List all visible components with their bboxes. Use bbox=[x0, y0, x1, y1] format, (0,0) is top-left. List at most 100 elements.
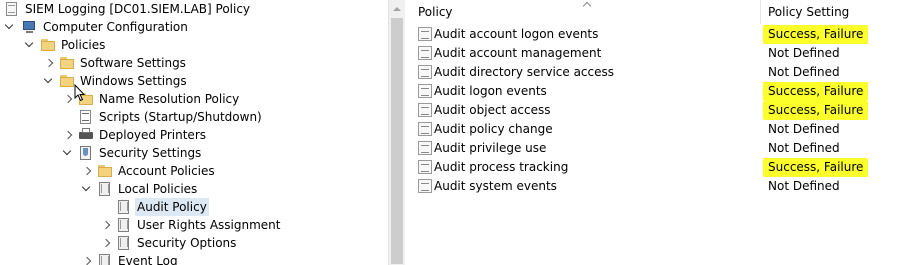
policy-name: Audit policy change bbox=[434, 122, 553, 136]
policy-list-pane: Policy Policy Setting Audit account logo… bbox=[405, 0, 909, 265]
scroll-up-arrow-icon[interactable] bbox=[389, 0, 405, 17]
policy-name: Audit system events bbox=[434, 179, 557, 193]
policy-book-icon bbox=[116, 217, 132, 233]
policy-book-icon bbox=[116, 235, 132, 251]
policy-setting-value: Not Defined bbox=[768, 46, 840, 60]
tree-node-label: Local Policies bbox=[118, 182, 198, 196]
policy-name: Audit privilege use bbox=[434, 141, 547, 155]
policy-scroll-icon bbox=[4, 1, 20, 17]
tree-node-audit-policy[interactable]: Audit Policy bbox=[0, 198, 380, 216]
tree-node-policies[interactable]: Policies bbox=[0, 36, 380, 54]
chevron-right-icon[interactable] bbox=[44, 54, 54, 72]
tree-node-security-options[interactable]: Security Options bbox=[0, 234, 380, 252]
chevron-right-icon[interactable] bbox=[82, 252, 92, 265]
column-header-policy[interactable]: Policy bbox=[418, 0, 453, 25]
security-settings-icon bbox=[78, 145, 94, 161]
policy-row[interactable]: Audit process tracking Success, Failure bbox=[405, 158, 909, 177]
policy-name: Audit logon events bbox=[434, 84, 547, 98]
audit-policy-icon bbox=[418, 141, 432, 155]
tree-node-name-resolution-policy[interactable]: Name Resolution Policy bbox=[0, 90, 380, 108]
tree-node-account-policies[interactable]: Account Policies bbox=[0, 162, 380, 180]
tree-node-root[interactable]: SIEM Logging [DC01.SIEM.LAB] Policy bbox=[0, 0, 380, 18]
policy-setting-value: Success, Failure bbox=[763, 158, 869, 177]
column-header-policy-setting[interactable]: Policy Setting bbox=[768, 0, 849, 25]
folder-icon bbox=[59, 73, 75, 89]
tree-node-scripts[interactable]: Scripts (Startup/Shutdown) bbox=[0, 108, 380, 126]
folder-icon bbox=[40, 37, 56, 53]
chevron-right-icon[interactable] bbox=[101, 234, 111, 252]
tree-node-label: Policies bbox=[61, 38, 106, 52]
policy-setting-value: Success, Failure bbox=[763, 101, 869, 120]
policy-setting-value: Not Defined bbox=[768, 141, 840, 155]
mouse-cursor-icon bbox=[74, 84, 86, 102]
policy-row[interactable]: Audit object access Success, Failure bbox=[405, 101, 909, 120]
tree-node-windows-settings[interactable]: Windows Settings bbox=[0, 72, 380, 90]
policy-setting-value: Not Defined bbox=[768, 65, 840, 79]
chevron-right-icon[interactable] bbox=[101, 216, 111, 234]
script-icon bbox=[78, 109, 94, 125]
policy-name: Audit account management bbox=[434, 46, 602, 60]
tree-node-computer-configuration[interactable]: Computer Configuration bbox=[0, 18, 380, 36]
tree-node-label: Security Settings bbox=[99, 146, 202, 160]
scrollbar-thumb[interactable] bbox=[391, 18, 403, 264]
printer-icon bbox=[78, 127, 94, 143]
policy-row[interactable]: Audit system events Not Defined bbox=[405, 177, 909, 196]
tree-node-label: Account Policies bbox=[118, 164, 215, 178]
audit-policy-icon bbox=[418, 122, 432, 136]
tree-node-label: SIEM Logging [DC01.SIEM.LAB] Policy bbox=[25, 2, 251, 16]
policy-setting-value: Not Defined bbox=[768, 179, 840, 193]
tree-node-label: Windows Settings bbox=[80, 74, 187, 88]
chevron-down-icon[interactable] bbox=[44, 72, 54, 90]
tree-node-label: User Rights Assignment bbox=[137, 218, 281, 232]
policy-name: Audit process tracking bbox=[434, 160, 569, 174]
policy-row[interactable]: Audit logon events Success, Failure bbox=[405, 82, 909, 101]
audit-policy-icon bbox=[418, 160, 432, 174]
audit-policy-icon bbox=[418, 27, 432, 41]
tree-node-label: Security Options bbox=[137, 236, 237, 250]
chevron-down-icon[interactable] bbox=[5, 18, 15, 36]
folder-icon bbox=[59, 55, 75, 71]
policy-row[interactable]: Audit account management Not Defined bbox=[405, 44, 909, 63]
tree-node-user-rights-assignment[interactable]: User Rights Assignment bbox=[0, 216, 380, 234]
policy-row[interactable]: Audit policy change Not Defined bbox=[405, 120, 909, 139]
tree-node-label: Name Resolution Policy bbox=[99, 92, 240, 106]
chevron-down-icon[interactable] bbox=[25, 36, 35, 54]
chevron-down-icon[interactable] bbox=[82, 180, 92, 198]
tree-node-label: Event Log bbox=[118, 254, 178, 265]
policy-setting-value: Not Defined bbox=[768, 122, 840, 136]
audit-policy-icon bbox=[418, 84, 432, 98]
tree-vertical-scrollbar[interactable] bbox=[388, 0, 405, 265]
tree-node-label: Audit Policy bbox=[135, 198, 209, 216]
tree-node-deployed-printers[interactable]: Deployed Printers bbox=[0, 126, 380, 144]
gpo-tree-pane: SIEM Logging [DC01.SIEM.LAB] Policy Comp… bbox=[0, 0, 388, 265]
audit-policy-icon bbox=[418, 103, 432, 117]
folder-icon bbox=[97, 163, 113, 179]
chevron-right-icon[interactable] bbox=[63, 90, 73, 108]
policy-book-icon bbox=[116, 199, 132, 215]
chevron-right-icon[interactable] bbox=[82, 162, 92, 180]
tree-node-software-settings[interactable]: Software Settings bbox=[0, 54, 380, 72]
chevron-down-icon[interactable] bbox=[63, 144, 73, 162]
policy-name: Audit directory service access bbox=[434, 65, 615, 79]
chevron-right-icon[interactable] bbox=[63, 126, 73, 144]
tree-node-label: Computer Configuration bbox=[43, 20, 188, 34]
computer-icon bbox=[22, 19, 38, 35]
audit-policy-icon bbox=[418, 179, 432, 193]
policy-row[interactable]: Audit directory service access Not Define… bbox=[405, 63, 909, 82]
tree-node-label: Deployed Printers bbox=[99, 128, 207, 142]
audit-policy-icon bbox=[418, 65, 432, 79]
policy-name: Audit account logon events bbox=[434, 27, 599, 41]
policy-book-icon bbox=[97, 181, 113, 197]
column-divider[interactable] bbox=[760, 0, 761, 24]
tree-node-label: Scripts (Startup/Shutdown) bbox=[99, 110, 262, 124]
tree-node-local-policies[interactable]: Local Policies bbox=[0, 180, 380, 198]
policy-book-icon bbox=[97, 253, 113, 265]
policy-setting-value: Success, Failure bbox=[763, 82, 869, 101]
policy-row[interactable]: Audit privilege use Not Defined bbox=[405, 139, 909, 158]
audit-policy-icon bbox=[418, 46, 432, 60]
policy-row[interactable]: Audit account logon events Success, Failu… bbox=[405, 25, 909, 44]
tree-node-event-log[interactable]: Event Log bbox=[0, 252, 380, 265]
tree-node-security-settings[interactable]: Security Settings bbox=[0, 144, 380, 162]
sort-ascending-icon bbox=[583, 0, 593, 8]
policy-setting-value: Success, Failure bbox=[763, 25, 869, 44]
